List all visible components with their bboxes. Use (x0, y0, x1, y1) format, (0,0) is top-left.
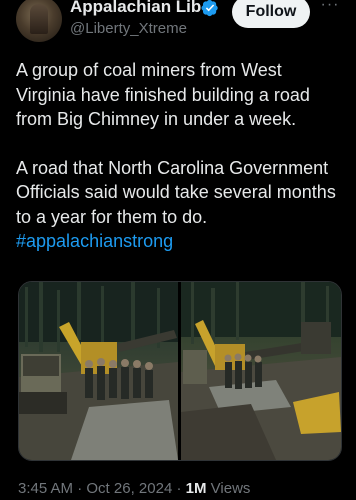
post-date[interactable]: Oct 26, 2024 (86, 480, 172, 497)
post-paragraph-2: A road that North Carolina Government Of… (16, 156, 342, 254)
photo-2[interactable] (181, 282, 341, 460)
verified-badge-icon (201, 0, 218, 17)
post-paragraph-2-text: A road that North Carolina Government Of… (16, 157, 336, 227)
more-options-icon[interactable]: ··· (316, 0, 344, 20)
meta-separator: · (176, 480, 182, 497)
meta-separator: · (77, 480, 83, 497)
author-avatar[interactable] (16, 0, 62, 42)
post-body: A group of coal miners from West Virgini… (16, 58, 342, 254)
avatar-figure (30, 4, 48, 34)
hashtag-link[interactable]: #appalachianstrong (16, 231, 173, 251)
author-name[interactable]: Appalachian Liberty (70, 0, 202, 17)
views-label: Views (210, 480, 251, 497)
follow-button[interactable]: Follow (232, 0, 310, 28)
photo-1-image (19, 282, 178, 460)
media-gallery (18, 281, 342, 461)
post-paragraph-1: A group of coal miners from West Virgini… (16, 60, 310, 129)
photo-1[interactable] (19, 282, 178, 460)
post-time[interactable]: 3:45 AM (18, 480, 73, 497)
views-count: 1M (185, 480, 207, 497)
post-meta: 3:45 AM · Oct 26, 2024 · 1M Views (18, 480, 250, 497)
photo-2-image (181, 282, 341, 460)
post-header: Appalachian Liberty @Liberty_Xtreme Foll… (0, 0, 356, 50)
author-handle[interactable]: @Liberty_Xtreme (70, 20, 187, 37)
